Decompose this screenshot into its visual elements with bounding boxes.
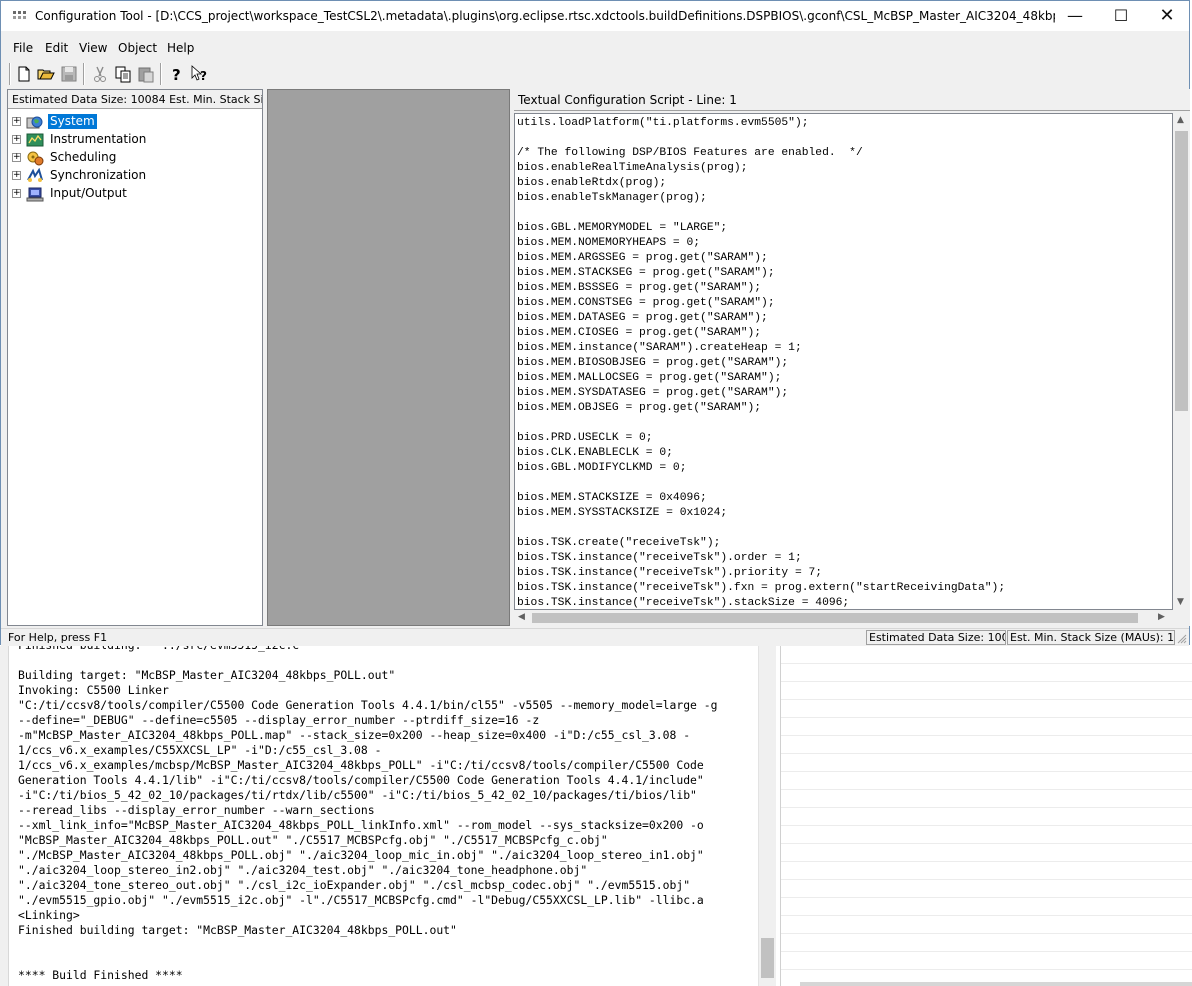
tree-item-synchronization[interactable]: + Synchronization — [12, 167, 252, 185]
script-horizontal-scrollbar[interactable]: ◀ ▶ — [514, 610, 1173, 626]
tree-item-label: Scheduling — [50, 150, 117, 164]
synchronization-icon — [26, 167, 44, 184]
save-icon[interactable] — [59, 64, 79, 84]
title-bar[interactable]: Configuration Tool - [D:\CCS_project\wor… — [1, 1, 1189, 31]
cut-icon[interactable] — [90, 64, 110, 84]
context-help-icon[interactable]: ? — [190, 64, 210, 84]
background-console-area: Finished building: "../src/evm5515_i2c.c… — [0, 646, 1192, 986]
console-left-strip — [0, 646, 9, 986]
tree-pane-header: Estimated Data Size: 10084 Est. Min. Sta… — [8, 90, 262, 109]
scroll-left-arrow-icon[interactable]: ◀ — [518, 612, 525, 622]
object-property-pane — [267, 89, 510, 626]
toolbar-grip — [9, 63, 11, 85]
system-globe-icon — [26, 114, 44, 130]
expand-toggle[interactable]: + — [12, 153, 21, 162]
expand-toggle[interactable]: + — [12, 189, 21, 198]
menu-help[interactable]: Help — [167, 41, 194, 55]
tree-item-label: System — [48, 114, 97, 129]
background-right-pane — [780, 646, 1192, 986]
toolbar-separator-2 — [160, 63, 162, 85]
textual-script-pane: Textual Configuration Script - Line: 1 u… — [514, 89, 1190, 626]
script-text[interactable]: utils.loadPlatform("ti.platforms.evm5505… — [517, 116, 1005, 609]
script-vertical-scrollbar[interactable]: ▲ ▼ — [1173, 113, 1190, 610]
menu-view[interactable]: View — [79, 41, 107, 55]
expand-toggle[interactable]: + — [12, 117, 21, 126]
build-console-output: Finished building: "../src/evm5515_i2c.c… — [18, 646, 718, 982]
resize-grip-icon[interactable] — [1177, 633, 1187, 644]
script-vertical-thumb[interactable] — [1175, 131, 1188, 411]
configuration-tool-window: Configuration Tool - [D:\CCS_project\wor… — [0, 0, 1190, 646]
status-help-text: For Help, press F1 — [8, 631, 108, 644]
help-icon[interactable]: ? — [167, 64, 187, 84]
svg-text:?: ? — [172, 66, 181, 84]
tree-item-input-output[interactable]: + Input/Output — [12, 185, 252, 203]
window-title: Configuration Tool - [D:\CCS_project\wor… — [35, 9, 1055, 23]
tree-item-system[interactable]: + System — [12, 113, 252, 131]
tree-item-instrumentation[interactable]: + Instrumentation — [12, 131, 252, 149]
tree-item-label: Instrumentation — [50, 132, 147, 146]
new-icon[interactable] — [14, 64, 34, 84]
scroll-down-arrow-icon[interactable]: ▼ — [1177, 597, 1184, 607]
script-horizontal-thumb[interactable] — [532, 613, 1138, 623]
open-icon[interactable] — [36, 64, 56, 84]
toolbar: ? ? — [1, 61, 1189, 89]
menu-edit[interactable]: Edit — [45, 41, 68, 55]
tree-item-label: Input/Output — [50, 186, 127, 200]
console-vertical-scrollbar[interactable] — [758, 646, 776, 986]
tree-item-scheduling[interactable]: + Scheduling — [12, 149, 252, 167]
scroll-right-arrow-icon[interactable]: ▶ — [1158, 612, 1165, 622]
instrumentation-icon — [26, 132, 44, 148]
menu-file[interactable]: File — [13, 41, 33, 55]
tree-item-label: Synchronization — [50, 168, 147, 182]
minimize-button[interactable]: — — [1052, 1, 1098, 31]
expand-toggle[interactable]: + — [12, 171, 21, 180]
menu-object[interactable]: Object — [118, 41, 157, 55]
status-stack-size: Est. Min. Stack Size (MAUs): 12 — [1007, 630, 1175, 645]
copy-icon[interactable] — [113, 64, 133, 84]
input-output-icon — [26, 186, 44, 202]
app-icon — [13, 11, 31, 23]
scheduling-icon — [26, 150, 44, 166]
menu-bar: File Edit View Object Help — [1, 39, 1189, 59]
script-editor[interactable]: utils.loadPlatform("ti.platforms.evm5505… — [514, 113, 1173, 610]
scroll-up-arrow-icon[interactable]: ▲ — [1177, 115, 1184, 125]
background-right-scrollbar[interactable] — [800, 982, 1192, 986]
maximize-button[interactable]: ☐ — [1098, 1, 1144, 31]
console-scroll-thumb[interactable] — [761, 938, 774, 978]
status-data-size: Estimated Data Size: 10084 — [866, 630, 1006, 645]
toolbar-separator — [83, 63, 85, 85]
script-pane-header: Textual Configuration Script - Line: 1 — [514, 89, 1190, 111]
status-bar: For Help, press F1 Estimated Data Size: … — [1, 628, 1189, 646]
object-tree-pane: Estimated Data Size: 10084 Est. Min. Sta… — [7, 89, 263, 626]
expand-toggle[interactable]: + — [12, 135, 21, 144]
close-button[interactable]: ✕ — [1144, 1, 1190, 31]
svg-text:?: ? — [200, 69, 207, 83]
paste-icon[interactable] — [136, 64, 156, 84]
